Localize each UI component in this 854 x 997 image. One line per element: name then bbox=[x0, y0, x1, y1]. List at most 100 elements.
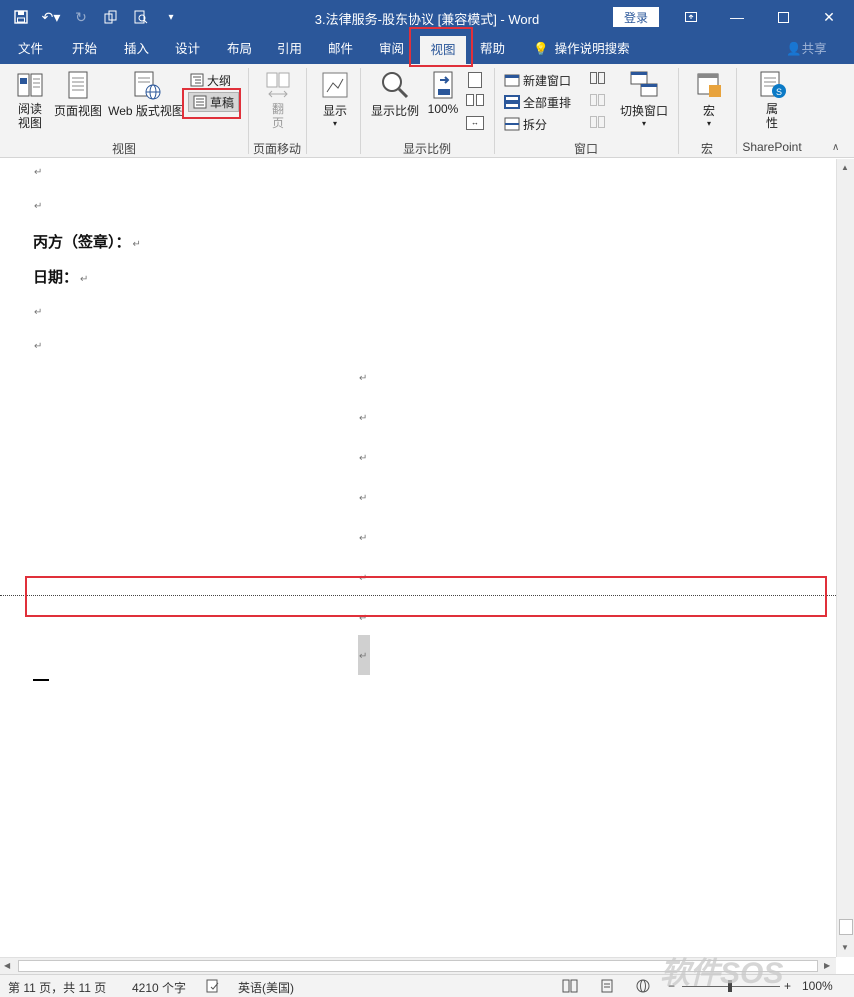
views-group-label: 视图 bbox=[111, 142, 136, 156]
site-watermark: 软件SOS bbox=[660, 957, 784, 990]
share-label: 共享 bbox=[801, 42, 827, 56]
page-100-icon bbox=[433, 71, 453, 99]
side-by-side-pages-icon bbox=[266, 72, 290, 98]
reset-window-position-icon[interactable] bbox=[590, 116, 606, 130]
tell-me-label: 操作说明搜索 bbox=[554, 42, 630, 56]
paragraph-mark: ↵ bbox=[132, 239, 141, 250]
save-icon[interactable] bbox=[10, 6, 32, 28]
vertical-scrollbar[interactable]: ▲ ▼ bbox=[836, 159, 854, 957]
sharepoint-properties-icon: S bbox=[760, 71, 786, 98]
paragraph-mark: ↵ bbox=[359, 493, 368, 504]
macros-button[interactable]: 宏 ▾ bbox=[690, 70, 728, 128]
proofing-icon[interactable] bbox=[206, 979, 220, 996]
arrange-all-icon bbox=[504, 95, 520, 109]
new-window-label: 新建窗口 bbox=[523, 73, 572, 88]
date-label-text: 日期： bbox=[33, 268, 79, 286]
show-label: 显示 bbox=[322, 104, 347, 118]
chevron-down-icon: ▾ bbox=[332, 119, 337, 128]
show-icon bbox=[322, 72, 348, 98]
arrange-all-button[interactable]: 全部重排 bbox=[504, 92, 571, 112]
login-button[interactable]: 登录 bbox=[613, 7, 659, 27]
side-to-side-label: 翻 页 bbox=[271, 102, 284, 130]
read-mode-view-icon[interactable] bbox=[562, 979, 578, 996]
tab-insert[interactable]: 插入 bbox=[116, 34, 157, 64]
close-button[interactable]: ✕ bbox=[806, 0, 852, 34]
properties-button[interactable]: S 属 性 bbox=[752, 70, 792, 130]
split-button[interactable]: 拆分 bbox=[504, 114, 547, 134]
date-line: 日期： ↵ bbox=[33, 266, 88, 287]
scroll-left-icon[interactable]: ◀ bbox=[4, 961, 10, 970]
new-window-button[interactable]: 新建窗口 bbox=[504, 70, 571, 90]
tell-me-search[interactable]: 💡 操作说明搜索 bbox=[533, 34, 630, 64]
zoom-label: 显示比例 bbox=[370, 104, 419, 118]
quick-access-toolbar: ↶▾ ↻ ▾ bbox=[10, 6, 182, 28]
zoom-button[interactable]: 显示比例 bbox=[368, 70, 422, 119]
undo-icon[interactable]: ↶▾ bbox=[40, 6, 62, 28]
macros-label: 宏 bbox=[702, 104, 715, 118]
paragraph-mark: ↵ bbox=[359, 413, 368, 424]
party-c-signature-text: 丙方（签章）： bbox=[33, 233, 131, 251]
web-layout-button[interactable]: Web 版式视图 bbox=[106, 70, 186, 119]
minimize-button[interactable]: — bbox=[714, 0, 760, 34]
zoom-100-button[interactable]: 100% bbox=[424, 70, 462, 116]
print-preview-icon[interactable] bbox=[130, 6, 152, 28]
page-icon bbox=[68, 71, 88, 99]
scroll-right-icon[interactable]: ▶ bbox=[824, 961, 830, 970]
outline-label: 大纲 bbox=[207, 73, 232, 88]
magnifier-icon bbox=[382, 72, 409, 99]
maximize-button[interactable] bbox=[760, 0, 806, 34]
print-layout-view-icon[interactable] bbox=[600, 979, 614, 996]
side-to-side-button[interactable]: 翻 页 bbox=[258, 70, 298, 130]
chevron-down-icon: ▾ bbox=[706, 119, 711, 128]
tab-mailings[interactable]: 邮件 bbox=[320, 34, 361, 64]
tab-review[interactable]: 审阅 bbox=[371, 34, 412, 64]
zoom-level-status[interactable]: 100% bbox=[802, 979, 833, 993]
zoom-in-button[interactable]: + bbox=[784, 979, 791, 993]
tab-layout[interactable]: 布局 bbox=[219, 34, 260, 64]
scroll-up-icon[interactable]: ▲ bbox=[841, 163, 849, 172]
read-mode-button[interactable]: 阅读 视图 bbox=[10, 70, 50, 130]
split-label: 拆分 bbox=[523, 117, 548, 132]
page-width-icon[interactable]: ↔ bbox=[466, 116, 484, 130]
synchronous-scrolling-icon[interactable] bbox=[590, 94, 606, 108]
tab-home[interactable]: 开始 bbox=[64, 34, 105, 64]
word-count-status[interactable]: 4210 个字 bbox=[132, 979, 186, 996]
language-status[interactable]: 英语(美国) bbox=[238, 979, 294, 996]
vertical-scroll-thumb[interactable] bbox=[839, 919, 853, 935]
zoom-group-label: 显示比例 bbox=[402, 142, 451, 156]
read-mode-label: 阅读 视图 bbox=[17, 102, 42, 130]
print-layout-button[interactable]: 页面视图 bbox=[52, 70, 104, 119]
print-layout-label: 页面视图 bbox=[53, 104, 102, 118]
paragraph-mark: ↵ bbox=[34, 307, 43, 318]
tab-file[interactable]: 文件 bbox=[10, 34, 51, 64]
person-icon: 👤 bbox=[786, 42, 802, 56]
group-separator bbox=[306, 68, 307, 154]
multiple-pages-icon[interactable] bbox=[466, 94, 484, 108]
paragraph-mark: ↵ bbox=[359, 453, 368, 464]
show-button[interactable]: 显示 ▾ bbox=[316, 70, 354, 128]
paragraph-mark: ↵ bbox=[359, 373, 368, 384]
tab-references[interactable]: 引用 bbox=[269, 34, 310, 64]
touch-mode-icon[interactable] bbox=[100, 6, 122, 28]
ribbon-display-options-icon[interactable] bbox=[668, 0, 714, 34]
outline-icon bbox=[190, 73, 204, 87]
share-button[interactable]: 👤共享 bbox=[786, 34, 827, 64]
outline-button[interactable]: 大纲 bbox=[190, 70, 231, 90]
view-side-by-side-icon[interactable] bbox=[590, 72, 606, 86]
page-movement-group-label: 页面移动 bbox=[252, 142, 301, 156]
svg-text:S: S bbox=[776, 87, 782, 97]
document-area[interactable]: ↵ ↵ 丙方（签章）： ↵ 日期： ↵ ↵ ↵ ↵ ↵ ↵ ↵ ↵ ↵ ↵ ↵ bbox=[0, 159, 836, 957]
page-count-status[interactable]: 第 11 页，共 11 页 bbox=[8, 979, 106, 996]
collapse-ribbon-icon[interactable]: ∧ bbox=[832, 142, 839, 153]
properties-label: 属 性 bbox=[765, 102, 778, 130]
customize-icon[interactable]: ▾ bbox=[160, 6, 182, 28]
paragraph-mark: ↵ bbox=[359, 651, 368, 662]
switch-windows-button[interactable]: 切换窗口 ▾ bbox=[616, 70, 672, 128]
tab-help[interactable]: 帮助 bbox=[472, 34, 513, 64]
web-layout-view-icon[interactable] bbox=[636, 979, 650, 996]
one-page-icon[interactable] bbox=[468, 72, 482, 88]
redo-icon[interactable]: ↻ bbox=[70, 6, 92, 28]
scroll-down-icon[interactable]: ▼ bbox=[841, 943, 849, 952]
tab-design[interactable]: 设计 bbox=[167, 34, 208, 64]
window-group-label: 窗口 bbox=[573, 142, 598, 156]
